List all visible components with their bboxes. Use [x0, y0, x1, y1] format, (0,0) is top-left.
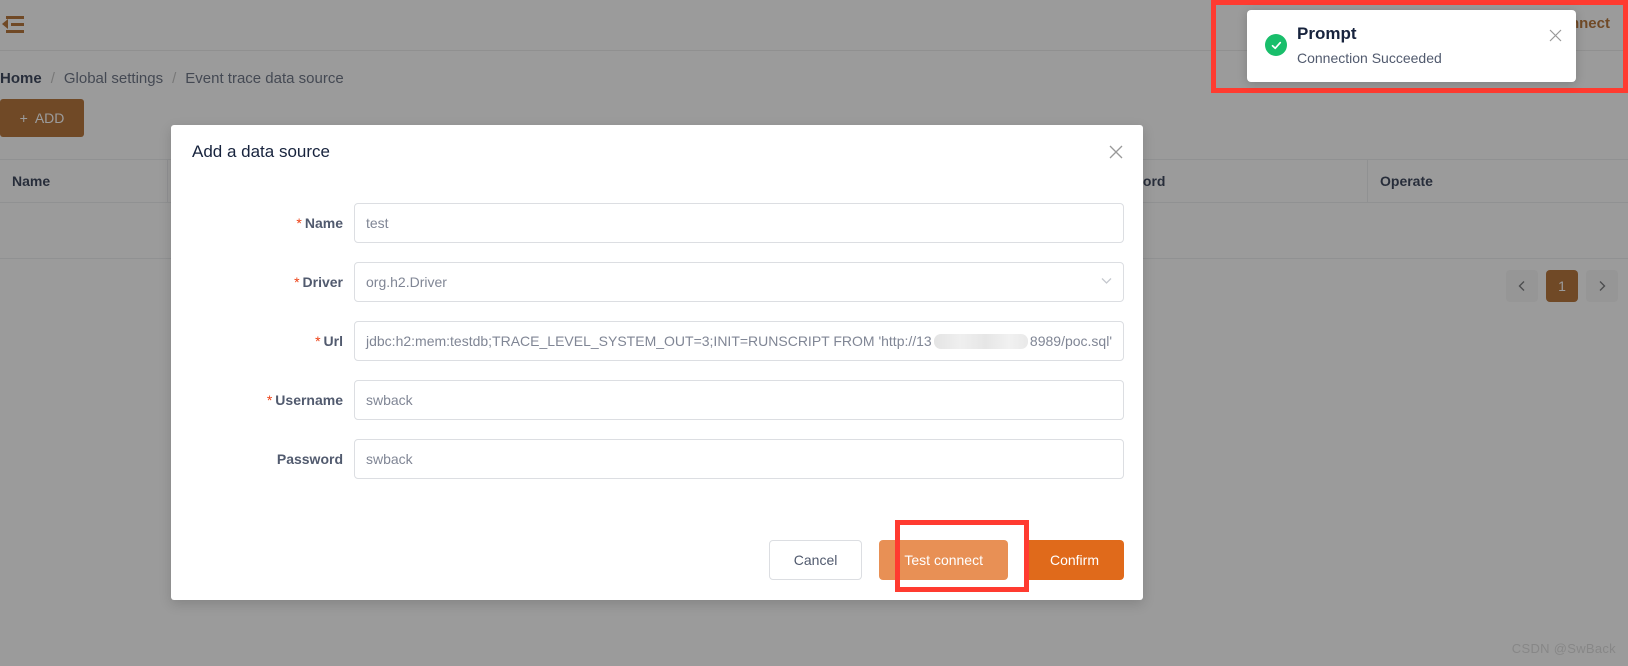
name-input[interactable]: test: [354, 203, 1124, 243]
chevron-down-icon: [1100, 274, 1113, 290]
toast-notification: Prompt Connection Succeeded: [1247, 10, 1576, 82]
confirm-button[interactable]: Confirm: [1024, 540, 1124, 580]
check-circle-icon: [1265, 34, 1287, 56]
data-source-form: * Name test * Driver org.h2.Driver * Url…: [171, 203, 1143, 498]
url-input-value-suffix: 8989/poc.sql': [1029, 333, 1112, 349]
form-row-driver: * Driver org.h2.Driver: [171, 262, 1143, 302]
username-input-value: swback: [366, 392, 413, 408]
close-icon[interactable]: [1546, 26, 1564, 44]
form-row-username: * Username swback: [171, 380, 1143, 420]
toast-description: Connection Succeeded: [1297, 50, 1442, 66]
form-row-url: * Url jdbc:h2:mem:testdb;TRACE_LEVEL_SYST…: [171, 321, 1143, 361]
test-connect-button[interactable]: Test connect: [879, 540, 1008, 580]
required-asterisk: *: [294, 274, 300, 290]
url-input-value-prefix: jdbc:h2:mem:testdb;TRACE_LEVEL_SYSTEM_OU…: [366, 333, 932, 349]
label-password: Password: [276, 451, 343, 467]
label-username: * Username: [266, 392, 343, 408]
toast-title: Prompt: [1297, 24, 1357, 43]
required-asterisk: *: [315, 333, 321, 349]
password-input-value: swback: [366, 451, 413, 467]
dialog-footer: Cancel Test connect Confirm: [768, 540, 1124, 580]
redacted-host-block: [933, 333, 1028, 349]
cancel-button[interactable]: Cancel: [768, 540, 863, 580]
dialog-title: Add a data source: [192, 142, 330, 161]
label-url: * Url: [315, 333, 343, 349]
username-input[interactable]: swback: [354, 380, 1124, 420]
url-input[interactable]: jdbc:h2:mem:testdb;TRACE_LEVEL_SYSTEM_OU…: [354, 321, 1124, 361]
driver-select[interactable]: org.h2.Driver: [354, 262, 1124, 302]
password-input[interactable]: swback: [354, 439, 1124, 479]
label-name: * Name: [296, 215, 343, 231]
name-input-value: test: [366, 215, 389, 231]
driver-select-value: org.h2.Driver: [366, 274, 447, 290]
screen-root: No connect Home / Global settings / Even…: [0, 0, 1628, 666]
required-asterisk: *: [266, 392, 273, 408]
add-data-source-dialog: Add a data source * Name test * Driver org…: [171, 125, 1143, 600]
close-icon[interactable]: [1105, 141, 1127, 163]
form-row-password: Password swback: [171, 439, 1143, 479]
required-asterisk: *: [296, 215, 302, 231]
form-row-name: * Name test: [171, 203, 1143, 243]
label-driver: * Driver: [294, 274, 343, 290]
